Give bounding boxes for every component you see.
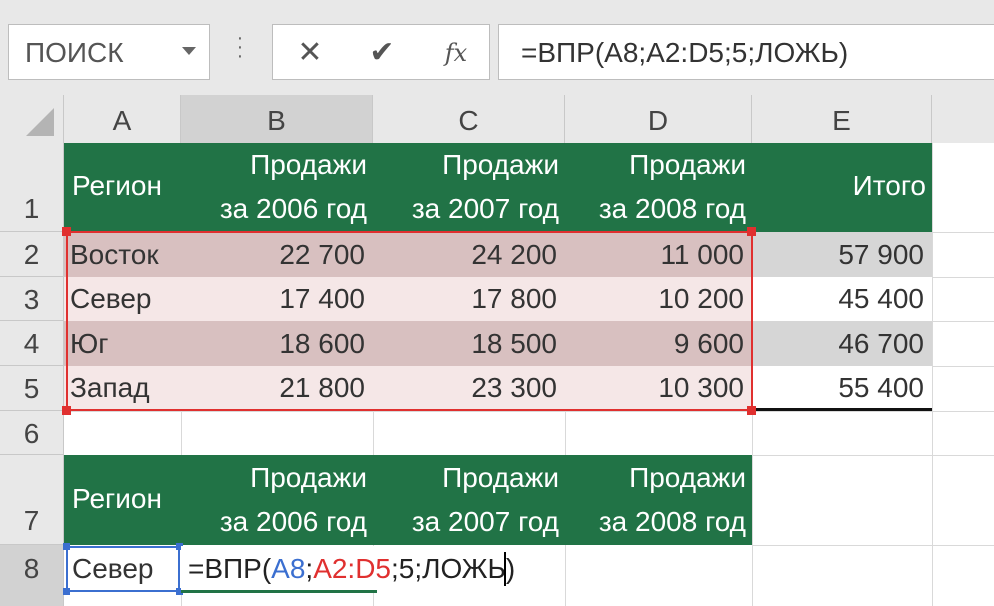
cell-a8[interactable]: Север bbox=[66, 547, 180, 591]
row-header-8[interactable]: 8 bbox=[0, 545, 64, 606]
cell-a2[interactable]: Восток bbox=[64, 233, 181, 277]
lookup-header-2006-line1: Продажи bbox=[250, 462, 367, 493]
cell-c4[interactable]: 18 500 bbox=[373, 322, 565, 366]
row-header-5[interactable]: 5 bbox=[0, 366, 64, 411]
row-header-7[interactable]: 7 bbox=[0, 455, 64, 545]
column-header-e[interactable]: E bbox=[752, 95, 932, 143]
header-region: Регион bbox=[72, 170, 162, 201]
gridline bbox=[64, 411, 994, 412]
gridline bbox=[932, 232, 994, 233]
cell-c2[interactable]: 24 200 bbox=[373, 233, 565, 277]
cell-b5[interactable]: 21 800 bbox=[181, 366, 373, 410]
range-handle-bottom-right[interactable] bbox=[747, 406, 756, 415]
header-sales-2007-line1: Продажи bbox=[442, 149, 559, 180]
row-header-6[interactable]: 6 bbox=[0, 411, 64, 455]
cell-b2[interactable]: 22 700 bbox=[181, 233, 373, 277]
cell-d4[interactable]: 9 600 bbox=[565, 322, 752, 366]
cell-d2[interactable]: 11 000 bbox=[565, 233, 752, 277]
text-cursor bbox=[504, 552, 506, 586]
cell-b4[interactable]: 18 600 bbox=[181, 322, 373, 366]
gridline bbox=[932, 143, 933, 606]
cell-d3[interactable]: 10 200 bbox=[565, 277, 752, 321]
header-sales-2006-line2: за 2006 год bbox=[219, 193, 367, 224]
cell-a5[interactable]: Запад bbox=[64, 366, 181, 410]
cell-e2[interactable]: 57 900 bbox=[752, 233, 932, 277]
range-border-right bbox=[751, 231, 753, 411]
header-sales-2007-line2: за 2007 год bbox=[411, 193, 559, 224]
formula-rest: ;5;ЛОЖЬ) bbox=[391, 553, 516, 584]
row-header-4[interactable]: 4 bbox=[0, 321, 64, 366]
formula-input[interactable]: =ВПР(A8;A2:D5;5;ЛОЖЬ) bbox=[498, 24, 994, 80]
range-border-left bbox=[66, 231, 68, 411]
gridline bbox=[932, 321, 994, 322]
row-header-3[interactable]: 3 bbox=[0, 277, 64, 321]
column-header-f[interactable] bbox=[932, 95, 994, 143]
range-handle-top-right[interactable] bbox=[747, 227, 756, 236]
header-total: Итого bbox=[852, 170, 926, 201]
lookup-header-2006-line2: за 2006 год bbox=[219, 506, 367, 537]
lookup-header-2007-line1: Продажи bbox=[442, 462, 559, 493]
column-header-b[interactable]: B bbox=[181, 95, 373, 143]
cell-e5[interactable]: 55 400 bbox=[752, 366, 932, 410]
cell-b3[interactable]: 17 400 bbox=[181, 277, 373, 321]
cell-a3[interactable]: Север bbox=[64, 277, 181, 321]
lookup-header-2008-line1: Продажи bbox=[629, 462, 746, 493]
cell-e3[interactable]: 45 400 bbox=[752, 277, 932, 321]
gridline bbox=[932, 277, 994, 278]
cell-b8-formula[interactable]: =ВПР(A8;A2:D5;5;ЛОЖЬ) bbox=[188, 547, 515, 591]
lookup-header-region: Регион bbox=[72, 483, 162, 514]
column-header-d[interactable]: D bbox=[565, 95, 752, 143]
insert-function-icon[interactable]: fx bbox=[436, 36, 476, 70]
cell-a4[interactable]: Юг bbox=[64, 322, 181, 366]
row-header-1[interactable]: 1 bbox=[0, 143, 64, 232]
enter-icon[interactable]: ✔ bbox=[364, 36, 400, 70]
range-border-bottom bbox=[66, 409, 752, 411]
header-sales-2008-line2: за 2008 год bbox=[598, 193, 746, 224]
formula-ref-a8: A8 bbox=[271, 553, 306, 584]
cancel-icon[interactable]: ✕ bbox=[292, 36, 328, 70]
name-box[interactable]: ПОИСК bbox=[8, 24, 210, 80]
lookup-header-2008-line2: за 2008 год bbox=[598, 506, 746, 537]
range-border-top bbox=[66, 231, 752, 233]
cell-d5[interactable]: 10 300 bbox=[565, 366, 752, 410]
row-header-2[interactable]: 2 bbox=[0, 232, 64, 277]
gridline bbox=[932, 366, 994, 367]
select-all-icon bbox=[26, 108, 54, 136]
cell-c3[interactable]: 17 800 bbox=[373, 277, 565, 321]
chevron-down-icon[interactable] bbox=[182, 47, 196, 55]
column-header-c[interactable]: C bbox=[373, 95, 565, 143]
more-vertical-icon[interactable]: · · · bbox=[236, 28, 244, 66]
gridline bbox=[752, 545, 994, 546]
cell-e4[interactable]: 46 700 bbox=[752, 322, 932, 366]
range-handle-bottom-left[interactable] bbox=[62, 406, 71, 415]
formula-ref-range: A2:D5 bbox=[313, 553, 392, 584]
cell-c5[interactable]: 23 300 bbox=[373, 366, 565, 410]
column-header-a[interactable]: A bbox=[64, 95, 181, 143]
header-sales-2008-line1: Продажи bbox=[629, 149, 746, 180]
formula-prefix: =ВПР( bbox=[188, 553, 272, 584]
lookup-header-2007-line2: за 2007 год bbox=[411, 506, 559, 537]
header-sales-2006-line1: Продажи bbox=[250, 149, 367, 180]
range-handle-top-left[interactable] bbox=[62, 227, 71, 236]
